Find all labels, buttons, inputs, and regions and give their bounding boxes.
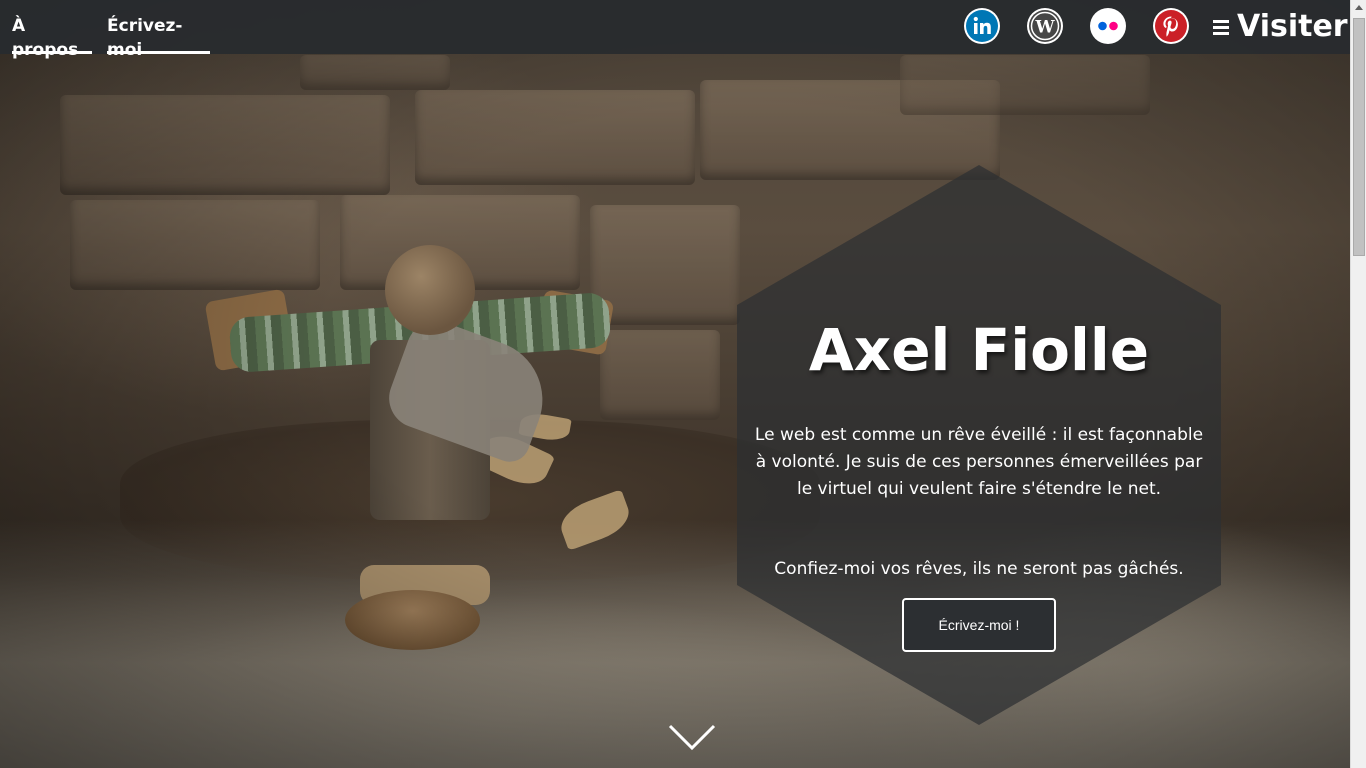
- hero-title: Axel Fiolle: [808, 316, 1150, 384]
- pinterest-icon: [1155, 10, 1187, 42]
- nav-link-ecrivez-moi[interactable]: Écrivez-moi: [107, 14, 210, 60]
- wordpress-icon: W: [1029, 10, 1061, 42]
- flickr-link[interactable]: [1090, 8, 1126, 44]
- hero-intro-text: Le web est comme un rêve éveillé : il es…: [754, 425, 1204, 499]
- wordpress-link[interactable]: W: [1027, 8, 1063, 44]
- linkedin-icon: [966, 10, 998, 42]
- scroll-up-arrow[interactable]: [1351, 0, 1366, 16]
- contact-cta-button[interactable]: Écrivez-moi !: [902, 598, 1056, 652]
- visit-label: Visiter: [1237, 9, 1348, 44]
- caret-up-icon: [1355, 5, 1363, 10]
- chevron-down-icon: [668, 724, 716, 751]
- scroll-down-button[interactable]: [667, 722, 717, 752]
- nav-link-apropos[interactable]: À propos: [12, 14, 92, 60]
- flickr-icon: [1091, 9, 1125, 43]
- svg-text:W: W: [1034, 18, 1055, 38]
- scrollbar-thumb[interactable]: [1353, 18, 1365, 256]
- top-navbar: À propos Écrivez-moi W Visiter: [0, 0, 1350, 60]
- hero-tagline: Confiez-moi vos rêves, ils ne seront pas…: [774, 559, 1184, 579]
- visit-menu-button[interactable]: Visiter: [1213, 9, 1348, 45]
- page-scrollbar[interactable]: [1350, 0, 1366, 768]
- hamburger-menu-icon: [1213, 19, 1229, 35]
- pinterest-link[interactable]: [1153, 8, 1189, 44]
- linkedin-link[interactable]: [964, 8, 1000, 44]
